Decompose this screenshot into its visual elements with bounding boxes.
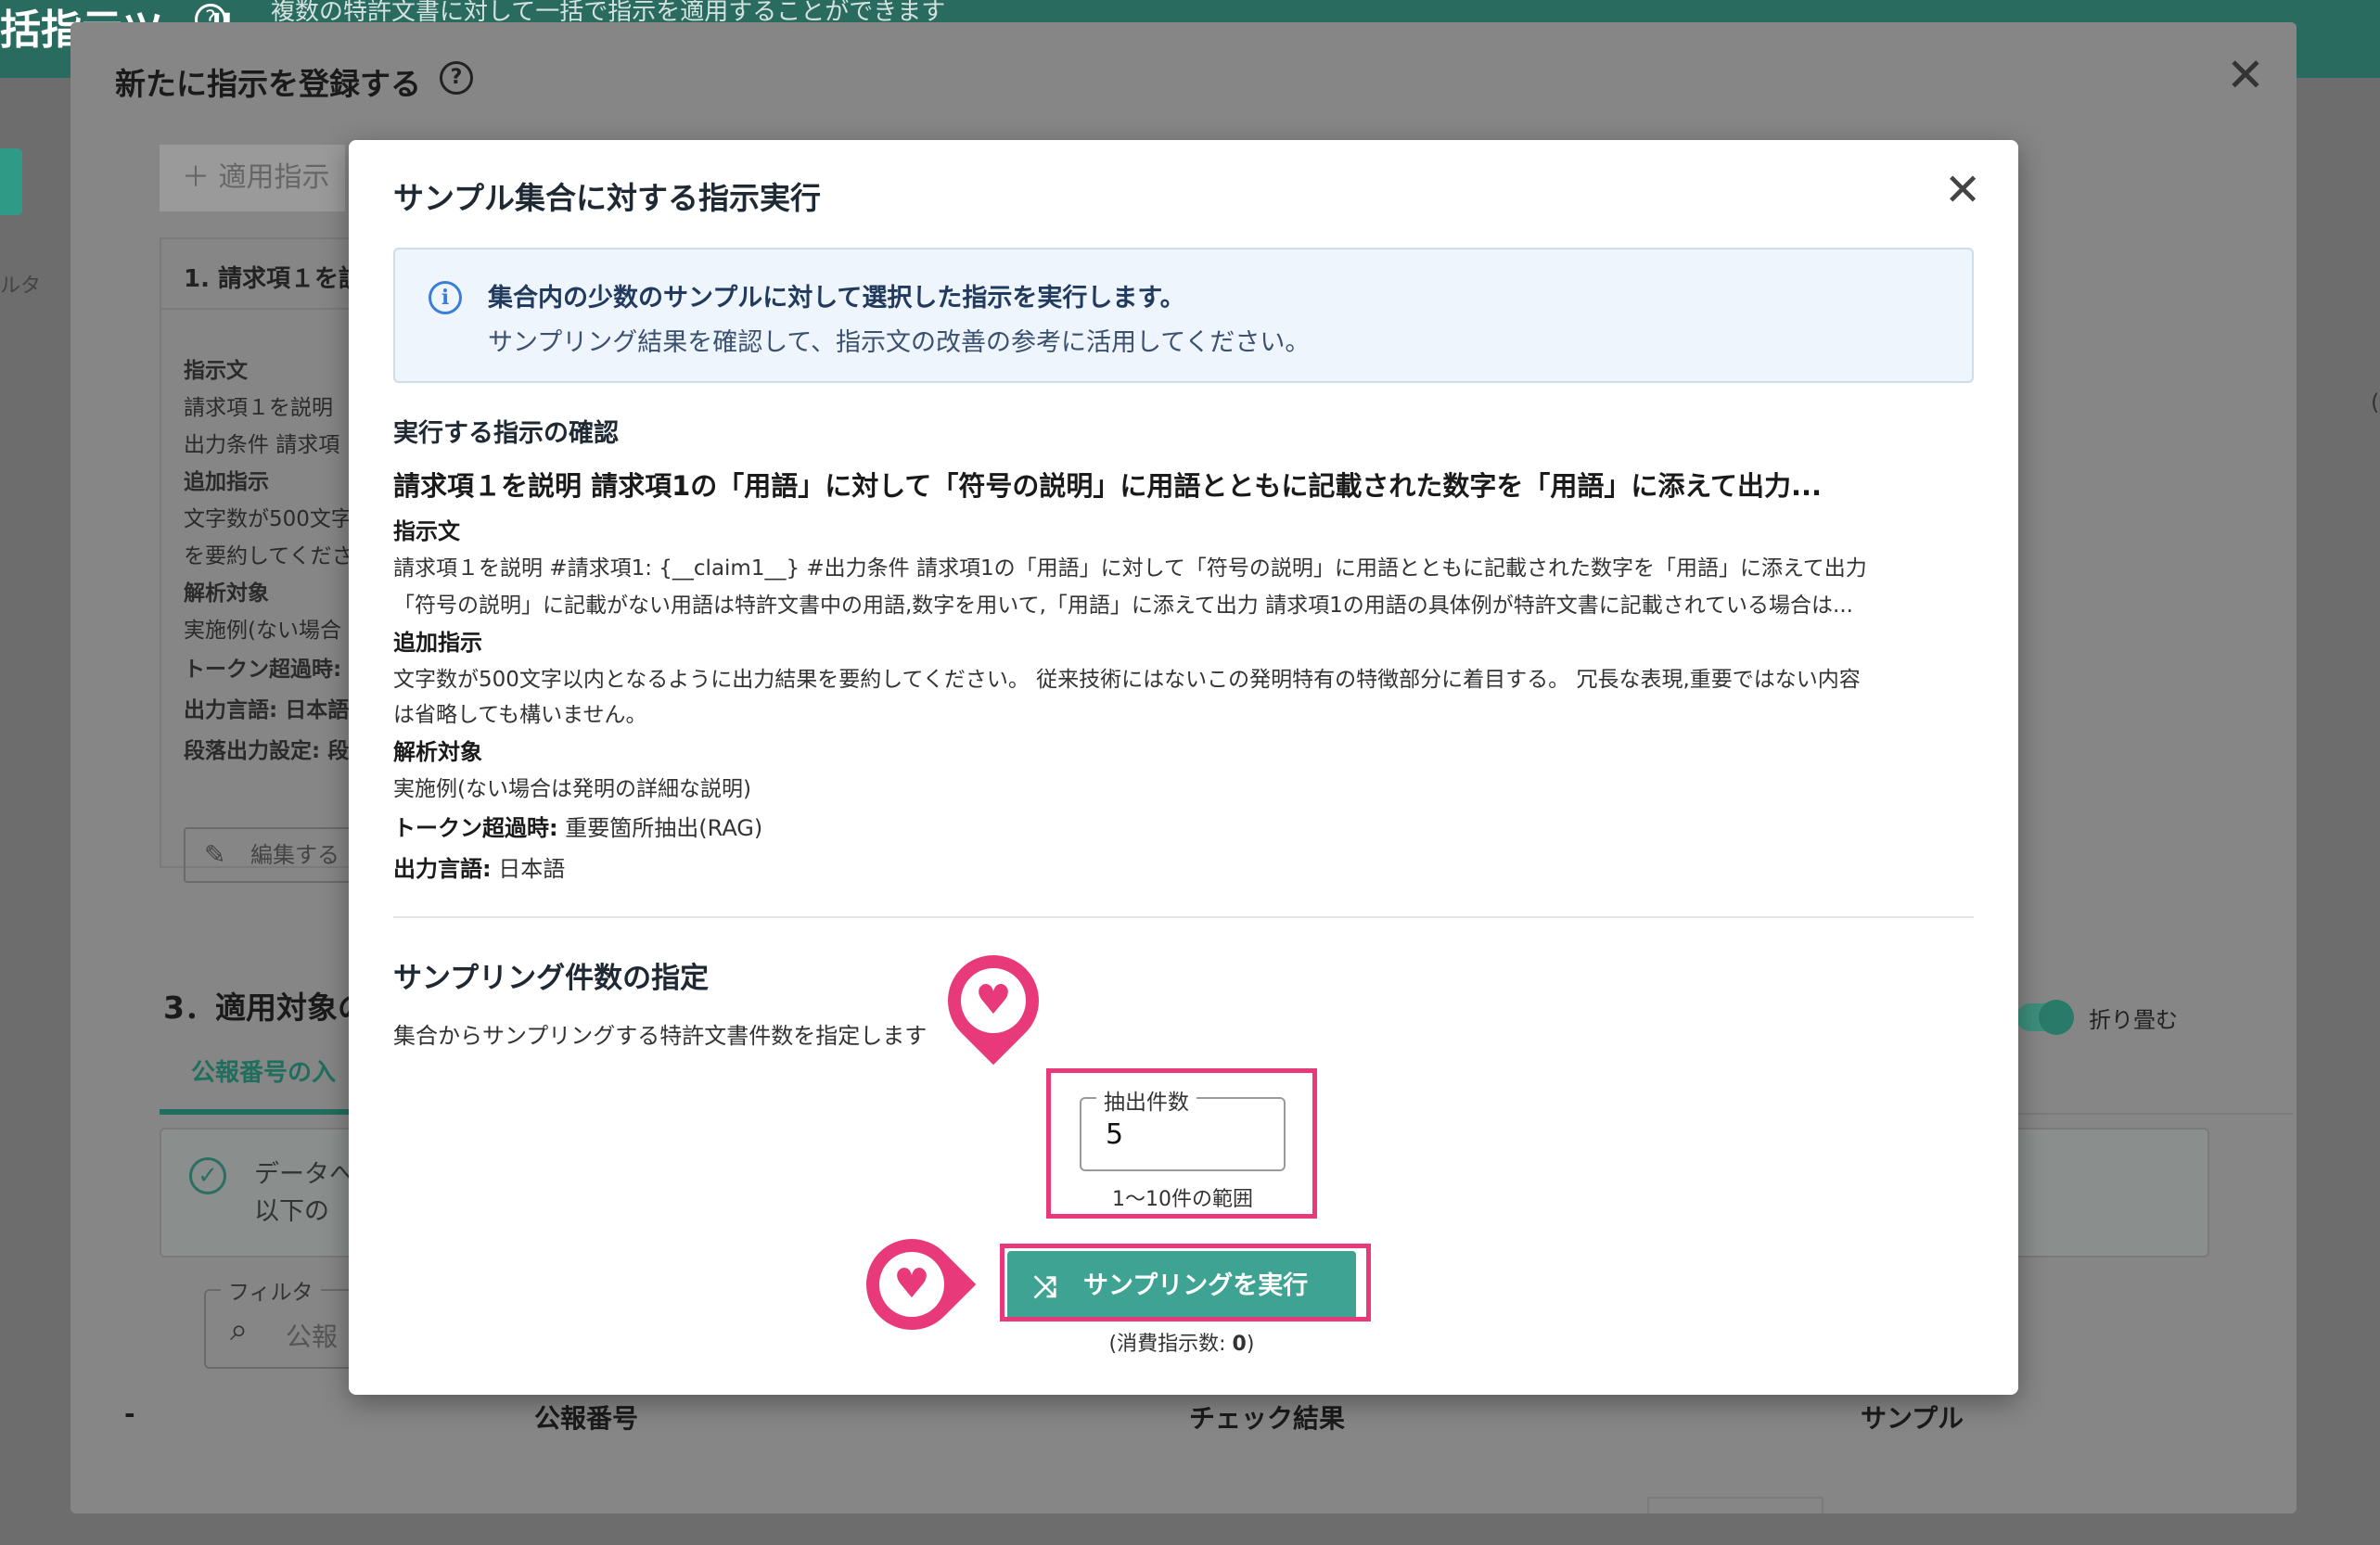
heart-icon: ♥: [879, 1252, 944, 1317]
help-icon[interactable]: ?: [440, 61, 473, 95]
alert-line: データへ: [254, 1160, 354, 1189]
side-label: ルタ: [0, 275, 42, 298]
heart-icon: ♥: [961, 968, 1026, 1033]
bottom-frame: [1647, 1497, 1823, 1513]
consumed-prefix: (消費指示数:: [1108, 1333, 1233, 1356]
info-line-2: サンプリング結果を確認して、指示文の改善の参考に活用してください。: [488, 328, 1311, 357]
card-line: を要約してくださ: [184, 544, 353, 568]
token-setting: トークン超過時: 重要箇所抽出(RAG): [393, 810, 762, 842]
side-button[interactable]: [0, 148, 22, 215]
card-line: 解析対象: [184, 581, 269, 606]
language-value: 日本語: [498, 856, 566, 882]
instruction-text: 請求項１を説明 #請求項1: {__claim1__} #出力条件 請求項1の「…: [393, 556, 1867, 581]
highlight-run-button: [1000, 1244, 1371, 1322]
fold-label: 折り畳む: [2089, 1007, 2178, 1033]
pencil-icon: ✎: [204, 839, 226, 870]
table-header: -: [124, 1398, 135, 1429]
language-label: 出力言語:: [393, 856, 492, 882]
card-line: 文字数が500文字: [184, 507, 352, 531]
language-setting: 出力言語: 日本語: [393, 850, 565, 883]
card-line: 出力言語: 日本語: [184, 698, 350, 722]
search-icon: ⌕: [230, 1311, 249, 1348]
info-icon: i: [429, 281, 462, 314]
tab-publication-number[interactable]: 公報番号の入: [191, 1053, 336, 1088]
divider: [393, 916, 1974, 918]
table-header: サンプル: [1861, 1403, 1964, 1434]
additional-label: 追加指示: [393, 630, 482, 656]
fold-toggle[interactable]: [2016, 1000, 2074, 1035]
alert-line: 以下の: [254, 1197, 329, 1226]
filter-label: フィルタ: [221, 1274, 321, 1306]
card-line: トークン超過時:: [184, 658, 342, 682]
sampling-title: サンプリング件数の指定: [393, 962, 710, 995]
additional-text: 文字数が500文字以内となるように出力結果を要約してください。 従来技術にはない…: [393, 668, 1861, 692]
card-line: 請求項１を説明: [184, 396, 333, 420]
target-label: 解析対象: [393, 739, 482, 765]
check-circle-icon: ✓: [189, 1157, 226, 1194]
modal-title: サンプル集合に対する指示実行: [393, 180, 822, 216]
card-line: 出力条件 請求項: [184, 433, 340, 457]
token-value: 重要箇所抽出(RAG): [565, 815, 763, 841]
filter-placeholder: 公報: [286, 1322, 339, 1352]
confirm-section-title: 実行する指示の確認: [393, 419, 619, 448]
card-line: 追加指示: [184, 470, 269, 494]
table-header: 公報番号: [534, 1403, 639, 1434]
card-line: 段落出力設定: 段: [184, 739, 350, 763]
info-line-1: 集合内の少数のサンプルに対して選択した指示を実行します。: [488, 284, 1185, 313]
instruction-text: 「符号の説明」に記載がない用語は特許文書中の用語,数字を用いて,「用語」に添えて…: [393, 594, 1853, 618]
consumed-suffix: ): [1246, 1333, 1255, 1356]
token-label: トークン超過時:: [393, 815, 558, 841]
highlight-count-field: [1046, 1068, 1317, 1219]
consumed-number: 0: [1232, 1333, 1247, 1356]
edit-button[interactable]: ✎ 編集する: [184, 827, 369, 883]
section3-title: 3．適用対象の: [163, 990, 368, 1026]
consumed-count: (消費指示数: 0): [1007, 1327, 1356, 1357]
add-instruction-button[interactable]: ＋ 適用指示: [160, 145, 345, 211]
close-icon[interactable]: ✕: [1944, 168, 1981, 212]
edit-button-label: 編集する: [250, 842, 339, 868]
right-edge-text: (: [2371, 389, 2380, 415]
additional-text: は省略しても構いません。: [393, 703, 647, 727]
instruction-label: 指示文: [393, 518, 460, 544]
info-alert: i 集合内の少数のサンプルに対して選択した指示を実行します。 サンプリング結果を…: [393, 248, 1974, 383]
dialog-title: 新たに指示を登録する: [115, 66, 421, 102]
card-line: 実施例(ない場合: [184, 619, 341, 643]
sampling-description: 集合からサンプリングする特許文書件数を指定します: [393, 1023, 928, 1049]
target-value: 実施例(ない場合は発明の詳細な説明): [393, 777, 751, 801]
instruction-title: 請求項１を説明 請求項1の「用語」に対して「符号の説明」に用語とともに記載された…: [393, 470, 1823, 502]
close-icon[interactable]: ✕: [2226, 52, 2265, 98]
table-header: チェック結果: [1189, 1403, 1346, 1434]
card-line: 指示文: [184, 359, 248, 383]
